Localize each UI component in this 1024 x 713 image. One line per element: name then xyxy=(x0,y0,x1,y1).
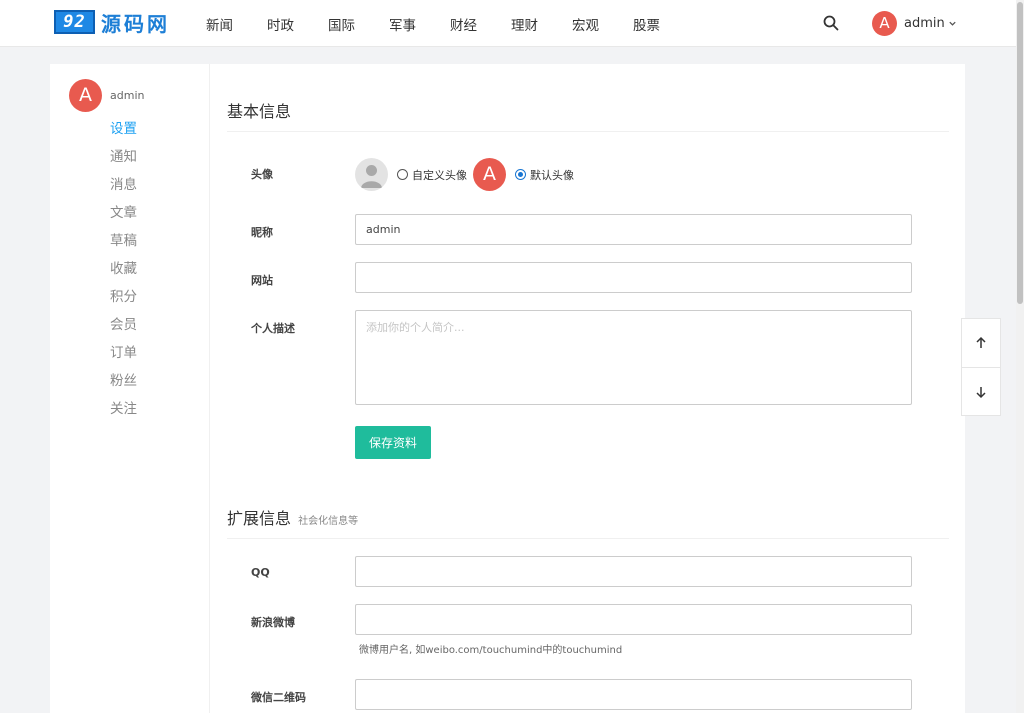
sidebar-item-points[interactable]: 积分 xyxy=(110,287,137,315)
website-label: 网站 xyxy=(251,274,273,287)
nav-item-news[interactable]: 新闻 xyxy=(206,14,233,34)
wechat-qr-input[interactable] xyxy=(355,679,912,710)
sidebar-item-articles[interactable]: 文章 xyxy=(110,203,137,231)
site-logo[interactable]: 92 源码网 xyxy=(54,9,170,36)
main-nav: 新闻 时政 国际 军事 财经 理财 宏观 股票 xyxy=(206,0,694,47)
scroll-bottom-button[interactable] xyxy=(962,367,1000,415)
extended-info-heading: 扩展信息 xyxy=(227,509,292,528)
sidebar-username: admin xyxy=(110,89,145,102)
nav-item-international[interactable]: 国际 xyxy=(328,14,355,34)
nickname-input[interactable] xyxy=(355,214,912,245)
sidebar-item-favorites[interactable]: 收藏 xyxy=(110,259,137,287)
sidebar-item-settings[interactable]: 设置 xyxy=(110,119,137,147)
custom-avatar-label[interactable]: 自定义头像 xyxy=(412,167,467,183)
nickname-label: 昵称 xyxy=(251,226,273,239)
nav-item-wealth[interactable]: 理财 xyxy=(511,14,538,34)
basic-info-heading: 基本信息 xyxy=(227,102,292,121)
arrow-up-icon xyxy=(976,336,986,348)
chevron-down-icon xyxy=(949,21,956,26)
bio-textarea[interactable] xyxy=(355,310,912,405)
user-name: admin xyxy=(904,16,945,31)
sidebar-item-fans[interactable]: 粉丝 xyxy=(110,371,137,399)
top-navbar: 92 源码网 新闻 时政 国际 军事 财经 理财 宏观 股票 A admin xyxy=(0,0,1016,47)
extended-info-title: 扩展信息 社会化信息等 xyxy=(227,505,949,539)
avatar-picker: 自定义头像 A 默认头像 xyxy=(355,158,574,191)
nav-item-military[interactable]: 军事 xyxy=(389,14,416,34)
default-avatar-image[interactable]: A xyxy=(473,158,506,191)
scroll-top-button[interactable] xyxy=(962,319,1000,367)
custom-avatar-radio[interactable] xyxy=(397,169,408,180)
qq-label: QQ xyxy=(251,566,270,579)
sidebar-user[interactable]: A admin xyxy=(69,79,144,112)
weibo-hint: 微博用户名, 如weibo.com/touchumind中的touchumind xyxy=(359,645,623,656)
sidebar-menu: 设置 通知 消息 文章 草稿 收藏 积分 会员 订单 粉丝 关注 xyxy=(110,119,137,427)
avatar: A xyxy=(872,11,897,36)
wechat-qr-label: 微信二维码 xyxy=(251,691,306,704)
nav-item-macro[interactable]: 宏观 xyxy=(572,14,599,34)
default-avatar-label[interactable]: 默认头像 xyxy=(530,167,574,183)
sidebar-item-following[interactable]: 关注 xyxy=(110,399,137,427)
save-profile-button[interactable]: 保存资料 xyxy=(355,426,431,459)
scroll-controls xyxy=(961,318,1001,416)
sidebar-item-messages[interactable]: 消息 xyxy=(110,175,137,203)
settings-card: A admin 设置 通知 消息 文章 草稿 收藏 积分 会员 订单 粉丝 关注… xyxy=(50,64,965,713)
nav-item-finance[interactable]: 财经 xyxy=(450,14,477,34)
weibo-input[interactable] xyxy=(355,604,912,635)
bio-label: 个人描述 xyxy=(251,322,295,335)
search-icon[interactable] xyxy=(822,14,840,32)
avatar: A xyxy=(69,79,102,112)
sidebar-item-drafts[interactable]: 草稿 xyxy=(110,231,137,259)
sidebar: A admin 设置 通知 消息 文章 草稿 收藏 积分 会员 订单 粉丝 关注 xyxy=(50,64,210,713)
website-input[interactable] xyxy=(355,262,912,293)
scrollbar-thumb[interactable] xyxy=(1017,2,1023,304)
logo-badge: 92 xyxy=(54,10,95,34)
sidebar-item-membership[interactable]: 会员 xyxy=(110,315,137,343)
default-avatar-radio[interactable] xyxy=(515,169,526,180)
user-menu[interactable]: A admin xyxy=(872,11,957,36)
weibo-label: 新浪微博 xyxy=(251,616,295,629)
extended-info-subtitle: 社会化信息等 xyxy=(298,516,359,527)
arrow-down-icon xyxy=(976,386,986,398)
page-scrollbar[interactable] xyxy=(1016,0,1024,713)
qq-input[interactable] xyxy=(355,556,912,587)
basic-info-title: 基本信息 xyxy=(227,98,949,132)
nav-item-politics[interactable]: 时政 xyxy=(267,14,294,34)
nav-item-stocks[interactable]: 股票 xyxy=(633,14,660,34)
logo-text: 源码网 xyxy=(101,11,170,36)
avatar-label: 头像 xyxy=(251,168,273,181)
sidebar-item-orders[interactable]: 订单 xyxy=(110,343,137,371)
user-silhouette-icon xyxy=(361,165,382,188)
custom-avatar-image[interactable] xyxy=(355,158,388,191)
sidebar-item-notifications[interactable]: 通知 xyxy=(110,147,137,175)
